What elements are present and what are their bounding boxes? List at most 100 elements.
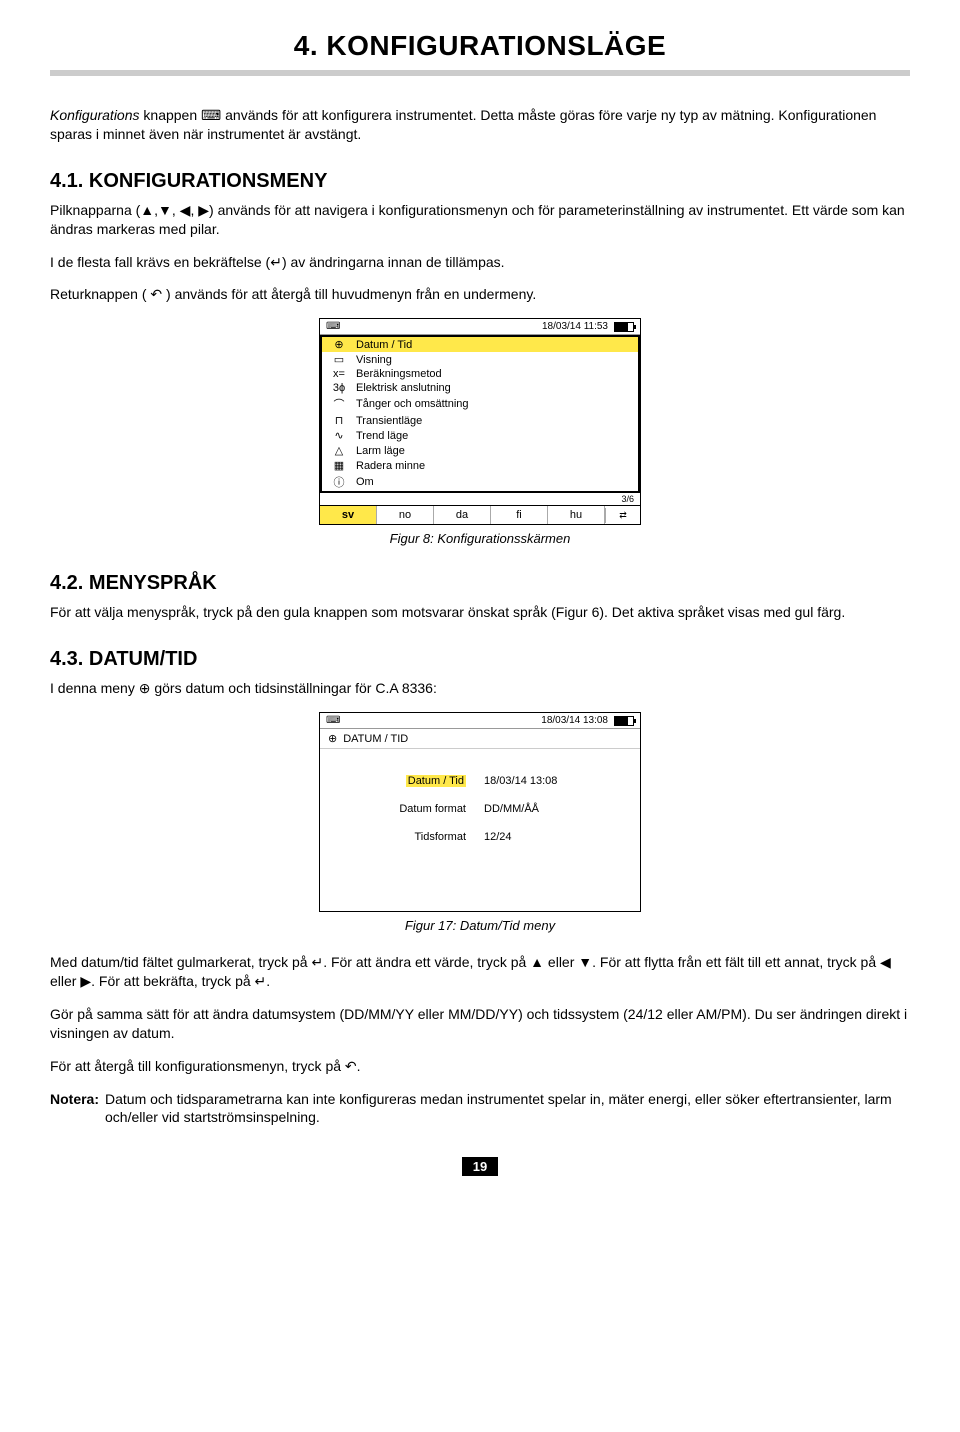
figure-8-language-bar: sv no da fi hu ⇄: [320, 505, 640, 524]
menu-item-trend-lage[interactable]: ∿ Trend läge: [322, 428, 638, 443]
enter-icon: [270, 254, 282, 270]
document-page: 4. KONFIGURATIONSLÄGE Konfigurations kna…: [0, 0, 960, 1216]
arrow-left-icon: [880, 954, 891, 970]
arrow-left-icon: [180, 202, 191, 218]
page-title: 4. KONFIGURATIONSLÄGE: [50, 30, 910, 62]
s41-p2-b: ) av ändringarna innan de tillämpas.: [282, 254, 505, 270]
return-icon: [150, 286, 162, 302]
menu-label: Trend läge: [356, 430, 408, 442]
figure-17-row-datum-tid[interactable]: Datum / Tid 18/03/14 13:08: [330, 767, 630, 795]
figure-17-row0-value: 18/03/14 13:08: [484, 775, 594, 787]
menu-label: Radera minne: [356, 460, 425, 472]
menu-item-berakningsmetod[interactable]: x= Beräkningsmetod: [322, 367, 638, 381]
s43-p1-b: görs datum och tidsinställningar för C.A…: [150, 680, 436, 696]
enter-icon: [311, 954, 323, 970]
menu-item-transientlage[interactable]: ⊓ Transientläge: [322, 413, 638, 428]
lang-da[interactable]: da: [434, 506, 491, 524]
page-number: 19: [462, 1157, 498, 1176]
s41-p1-b: ) används för att navigera i konfigurati…: [50, 202, 905, 237]
s41-paragraph-3: Returknappen ( ) används för att återgå …: [50, 285, 910, 304]
phase-icon: 3ϕ: [330, 382, 348, 394]
s41-p3-b: ) används för att återgå till huvudmenyn…: [162, 286, 536, 302]
s41-p2-a: I de flesta fall krävs en bekräftelse (: [50, 254, 270, 270]
tail-paragraph-1: Med datum/tid fältet gulmarkerat, tryck …: [50, 953, 910, 991]
figure-17-datetime: 18/03/14 13:08: [541, 715, 608, 726]
note-block: Notera: Datum och tidsparametrarna kan i…: [50, 1090, 910, 1128]
arrow-right-icon: [198, 202, 209, 218]
figure-17-status-left: [326, 715, 340, 726]
tail-p1-e: eller: [50, 973, 80, 989]
menu-item-datum-tid[interactable]: ⊕ Datum / Tid: [322, 337, 638, 352]
figure-17-row-tidsformat[interactable]: Tidsformat 12/24: [330, 823, 630, 851]
lang-hu[interactable]: hu: [548, 506, 605, 524]
menu-item-radera-minne[interactable]: ▦ Radera minne: [322, 458, 638, 473]
tail-p3-a: För att återgå till konfigurationsmenyn,…: [50, 1058, 345, 1074]
title-rule: [50, 70, 910, 76]
menu-label: Beräkningsmetod: [356, 368, 442, 380]
tail-paragraph-3: För att återgå till konfigurationsmenyn,…: [50, 1057, 910, 1076]
calc-icon: x=: [330, 368, 348, 380]
clock-icon: [328, 732, 337, 745]
tail-p3-b: .: [357, 1058, 361, 1074]
figure-8-menu: ⊕ Datum / Tid ▭ Visning x= Beräkningsmet…: [322, 337, 638, 491]
figure-8-page-indicator: 3/6: [320, 493, 640, 505]
menu-label: Transientläge: [356, 415, 422, 427]
figure-17-row2-label: Tidsformat: [366, 831, 466, 843]
status-config-icon: [326, 321, 340, 332]
menu-item-larm-lage[interactable]: △ Larm läge: [322, 443, 638, 458]
figure-8-status-left: [326, 321, 340, 332]
transient-icon: ⊓: [330, 414, 348, 427]
intro-text-1: knappen: [140, 107, 202, 123]
lang-page-icon[interactable]: ⇄: [605, 508, 640, 523]
info-icon: ⓘ: [330, 474, 348, 490]
clamp-icon: ⌒: [330, 396, 348, 412]
tail-p1-c: eller: [544, 954, 578, 970]
menu-label: Tånger och omsättning: [356, 398, 469, 410]
figure-17-row-datum-format[interactable]: Datum format DD/MM/ÅÅ: [330, 795, 630, 823]
note-label: Notera:: [50, 1090, 99, 1128]
trend-icon: ∿: [330, 429, 348, 442]
arrow-down-icon: [578, 954, 592, 970]
s41-paragraph-1: Pilknapparna (,, , ) används för att nav…: [50, 201, 910, 239]
s43-p1-a: I denna meny: [50, 680, 139, 696]
figure-17-body: Datum / Tid 18/03/14 13:08 Datum format …: [320, 749, 640, 911]
figure-8-caption: Figur 8: Konfigurationsskärmen: [50, 531, 910, 546]
menu-item-tanger[interactable]: ⌒ Tånger och omsättning: [322, 395, 638, 413]
menu-label: Larm läge: [356, 445, 405, 457]
menu-item-visning[interactable]: ▭ Visning: [322, 352, 638, 367]
tail-p1-g: .: [266, 973, 270, 989]
lang-sv[interactable]: sv: [320, 506, 377, 524]
config-icon: [201, 107, 221, 123]
tail-p1-b: . För att ändra ett värde, tryck på: [323, 954, 530, 970]
menu-item-om[interactable]: ⓘ Om: [322, 473, 638, 491]
arrow-up-icon: [530, 954, 544, 970]
figure-8-status-right: 18/03/14 11:53: [542, 321, 634, 332]
figure-17-row0-label: Datum / Tid: [406, 775, 466, 787]
arrow-up-icon: [140, 202, 154, 218]
figure-17-screenshot: 18/03/14 13:08 DATUM / TID Datum / Tid 1…: [319, 712, 641, 912]
lang-fi[interactable]: fi: [491, 506, 548, 524]
figure-17-caption: Figur 17: Datum/Tid meny: [50, 918, 910, 933]
figure-17-status-right: 18/03/14 13:08: [541, 715, 634, 726]
menu-label: Visning: [356, 354, 392, 366]
lang-no[interactable]: no: [377, 506, 434, 524]
s41-p1-a: Pilknapparna (: [50, 202, 140, 218]
clock-icon: [139, 680, 151, 696]
tail-p1-a: Med datum/tid fältet gulmarkerat, tryck …: [50, 954, 311, 970]
figure-17-row1-value: DD/MM/ÅÅ: [484, 803, 594, 815]
figure-17-row2-value: 12/24: [484, 831, 594, 843]
erase-icon: ▦: [330, 459, 348, 472]
menu-item-elektrisk-anslutning[interactable]: 3ϕ Elektrisk anslutning: [322, 381, 638, 395]
figure-8-menu-frame: ⊕ Datum / Tid ▭ Visning x= Beräkningsmet…: [320, 335, 640, 493]
menu-label: Datum / Tid: [356, 339, 412, 351]
display-icon: ▭: [330, 353, 348, 366]
figure-8-screenshot: 18/03/14 11:53 ⊕ Datum / Tid ▭ Visning x…: [319, 318, 641, 525]
figure-17-statusbar: 18/03/14 13:08: [320, 713, 640, 729]
figure-17-title: DATUM / TID: [343, 733, 408, 745]
status-config-icon: [326, 715, 340, 726]
alarm-icon: △: [330, 444, 348, 457]
s41-p3-a: Returknappen (: [50, 286, 150, 302]
figure-8-statusbar: 18/03/14 11:53: [320, 319, 640, 335]
s41-paragraph-2: I de flesta fall krävs en bekräftelse ()…: [50, 253, 910, 272]
arrow-down-icon: [158, 202, 172, 218]
